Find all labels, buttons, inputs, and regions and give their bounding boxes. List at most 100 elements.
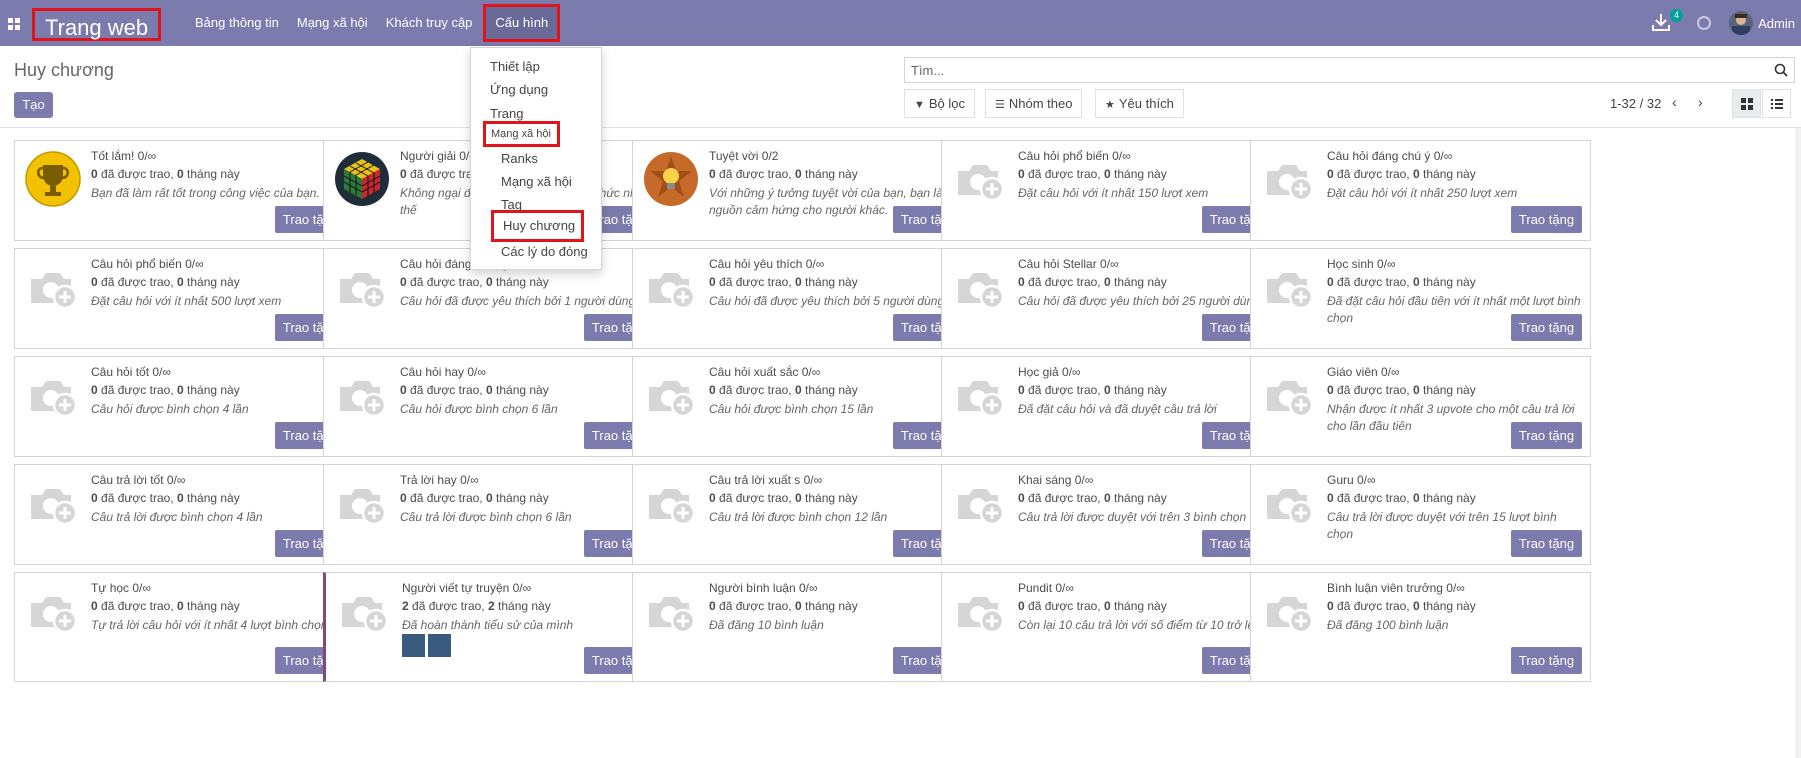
- camera-icon: [643, 367, 699, 423]
- filters-button[interactable]: ▼ Bộ lọc: [904, 89, 976, 118]
- kanban-grid-icon: [1740, 97, 1753, 110]
- search-input[interactable]: Tìm...: [904, 57, 1795, 83]
- favorites-button[interactable]: ★ Yêu thích: [1095, 89, 1184, 118]
- nav-configuration[interactable]: Cấu hình: [483, 4, 561, 42]
- badge-card[interactable]: Tốt lắm! 0/∞ 0 đã được trao, 0 tháng này B…: [14, 140, 355, 241]
- pager-next-icon[interactable]: ›: [1698, 94, 1703, 110]
- badge-description: Đã đặt câu hỏi và đã duyệt câu trả lời: [1018, 402, 1217, 416]
- month-count: 0: [1103, 383, 1111, 397]
- menu-item-badges[interactable]: Huy chương: [491, 210, 584, 242]
- camera-icon: [334, 259, 390, 315]
- badge-card[interactable]: Người viết tự truyện 0/∞ 2 đã được trao, …: [323, 572, 664, 682]
- badge-card[interactable]: Khai sáng 0/∞ 0 đã được trao, 0 tháng này…: [941, 464, 1282, 565]
- month-count: 0: [485, 383, 493, 397]
- list-view-button[interactable]: [1762, 89, 1791, 118]
- nav-social[interactable]: Mạng xã hội: [288, 0, 377, 46]
- month-text: tháng này: [1114, 599, 1167, 613]
- badge-card[interactable]: Tự học 0/∞ 0 đã được trao, 0 tháng này Tự …: [14, 572, 355, 682]
- badge-card[interactable]: Trả lời hay 0/∞ 0 đã được trao, 0 tháng n…: [323, 464, 664, 565]
- badge-title: Câu hỏi phổ biến 0/∞: [1018, 149, 1131, 163]
- badge-card[interactable]: Câu hỏi tốt 0/∞ 0 đã được trao, 0 tháng n…: [14, 356, 355, 457]
- create-button[interactable]: Tạo: [14, 92, 53, 118]
- badge-title: Câu hỏi yêu thích 0/∞: [709, 257, 825, 271]
- badge-card[interactable]: Câu trả lời xuất s 0/∞ 0 đã được trao, 0 …: [632, 464, 973, 565]
- user-name[interactable]: Admin: [1758, 16, 1795, 31]
- badge-stats: 0 đã được trao, 0 tháng này: [91, 275, 240, 289]
- activity-clock-icon[interactable]: [1697, 16, 1712, 30]
- award-button[interactable]: Trao tặng: [1511, 206, 1582, 233]
- menu-item-social[interactable]: Mạng xã hội: [501, 174, 572, 189]
- badge-card[interactable]: Câu hỏi đáng chú ý 0/∞ 0 đã được trao, 0 …: [1250, 140, 1591, 241]
- owner-avatars: [402, 634, 451, 657]
- given-text: đã được trao,: [410, 383, 483, 397]
- badge-card[interactable]: Câu hỏi phổ biến 0/∞ 0 đã được trao, 0 th…: [14, 248, 355, 349]
- award-button[interactable]: Trao tặng: [1511, 647, 1582, 674]
- menu-item-apps[interactable]: Ứng dụng: [490, 82, 548, 97]
- nav-visitors[interactable]: Khách truy cập: [377, 0, 482, 46]
- badge-card[interactable]: Học giả 0/∞ 0 đã được trao, 0 tháng này Đã…: [941, 356, 1282, 457]
- kanban-view-button[interactable]: [1732, 89, 1761, 118]
- menu-item-close-reasons[interactable]: Các lý do đóng: [501, 244, 588, 259]
- given-text: đã được trao,: [719, 491, 792, 505]
- given-count: 0: [1327, 275, 1334, 289]
- month-text: tháng này: [1114, 167, 1167, 181]
- badge-stats: 2 đã được trao, 2 tháng này: [402, 599, 551, 613]
- camera-icon: [1261, 475, 1317, 531]
- badge-title: Khai sáng 0/∞: [1018, 473, 1094, 487]
- search-icon[interactable]: [1774, 63, 1788, 77]
- pager-prev-icon[interactable]: ‹: [1672, 94, 1677, 110]
- badge-description: Câu hỏi được bình chọn 6 lần: [400, 402, 558, 416]
- award-button[interactable]: Trao tặng: [1511, 314, 1582, 341]
- badge-card[interactable]: Câu hỏi Stellar 0/∞ 0 đã được trao, 0 thá…: [941, 248, 1282, 349]
- avatar[interactable]: [428, 634, 451, 657]
- given-count: 0: [1018, 167, 1025, 181]
- badge-card[interactable]: Học sinh 0/∞ 0 đã được trao, 0 tháng này Đ…: [1250, 248, 1591, 349]
- award-button[interactable]: Trao tặng: [1511, 422, 1582, 449]
- given-count: 0: [91, 275, 98, 289]
- badge-description: Đặt câu hỏi với ít nhất 500 lượt xem: [91, 294, 282, 308]
- menu-item-pages[interactable]: Trang: [490, 106, 523, 121]
- avatar[interactable]: [402, 634, 425, 657]
- menu-item-ranks[interactable]: Ranks: [501, 151, 538, 166]
- month-count: 0: [1103, 491, 1111, 505]
- user-avatar[interactable]: [1729, 11, 1754, 35]
- badge-stats: 0 đã được trao, 0 tháng này: [709, 167, 858, 181]
- apps-menu-icon[interactable]: [8, 18, 20, 30]
- given-count: 0: [1018, 383, 1025, 397]
- month-text: tháng này: [1114, 275, 1167, 289]
- scrollbar[interactable]: [1795, 128, 1801, 758]
- badge-title: Câu hỏi Stellar 0/∞: [1018, 257, 1119, 271]
- month-text: tháng này: [805, 275, 858, 289]
- pager-value[interactable]: 1-32 / 32: [1610, 96, 1661, 111]
- badge-card[interactable]: Tuyệt vời 0/2 0 đã được trao, 0 tháng này…: [632, 140, 973, 241]
- badge-stats: 0 đã được trao, 0 tháng này: [1327, 275, 1476, 289]
- given-text: đã được trao,: [410, 491, 483, 505]
- badge-stats: 0 đã được trao, 0 tháng này: [1327, 491, 1476, 505]
- award-button[interactable]: Trao tặng: [1511, 530, 1582, 557]
- month-text: tháng này: [187, 599, 240, 613]
- badge-card[interactable]: Pundit 0/∞ 0 đã được trao, 0 tháng này Còn…: [941, 572, 1282, 682]
- month-count: 0: [1412, 275, 1420, 289]
- badge-stats: 0 đã được trao, 0 tháng này: [400, 383, 549, 397]
- badge-card[interactable]: Guru 0/∞ 0 đã được trao, 0 tháng này Câu t…: [1250, 464, 1591, 565]
- download-icon[interactable]: 4: [1651, 9, 1684, 34]
- group-by-button[interactable]: ☰ Nhóm theo: [985, 89, 1083, 118]
- badge-description: Câu hỏi đã được yêu thích bởi 5 người dù…: [709, 294, 945, 308]
- badge-title: Tuyệt vời 0/2: [709, 149, 779, 163]
- month-text: tháng này: [187, 383, 240, 397]
- app-brand[interactable]: Trang web: [32, 8, 162, 41]
- badge-card[interactable]: Câu hỏi hay 0/∞ 0 đã được trao, 0 tháng n…: [323, 356, 664, 457]
- badge-card[interactable]: Bình luận viên trưởng 0/∞ 0 đã được trao,…: [1250, 572, 1591, 682]
- given-text: đã được trao,: [101, 167, 174, 181]
- badge-card[interactable]: Người bình luận 0/∞ 0 đã được trao, 0 thá…: [632, 572, 973, 682]
- menu-item-settings[interactable]: Thiết lập: [490, 59, 540, 74]
- badge-card[interactable]: Câu hỏi yêu thích 0/∞ 0 đã được trao, 0 t…: [632, 248, 973, 349]
- badge-card[interactable]: Giáo viên 0/∞ 0 đã được trao, 0 tháng này…: [1250, 356, 1591, 457]
- given-count: 0: [709, 275, 716, 289]
- badge-card[interactable]: Câu hỏi phổ biến 0/∞ 0 đã được trao, 0 th…: [941, 140, 1282, 241]
- badge-card[interactable]: Câu trả lời tốt 0/∞ 0 đã được trao, 0 thá…: [14, 464, 355, 565]
- badge-card[interactable]: Câu hỏi xuất sắc 0/∞ 0 đã được trao, 0 th…: [632, 356, 973, 457]
- camera-icon: [1261, 151, 1317, 207]
- nav-dashboard[interactable]: Bảng thông tin: [186, 0, 288, 46]
- month-text: tháng này: [1423, 491, 1476, 505]
